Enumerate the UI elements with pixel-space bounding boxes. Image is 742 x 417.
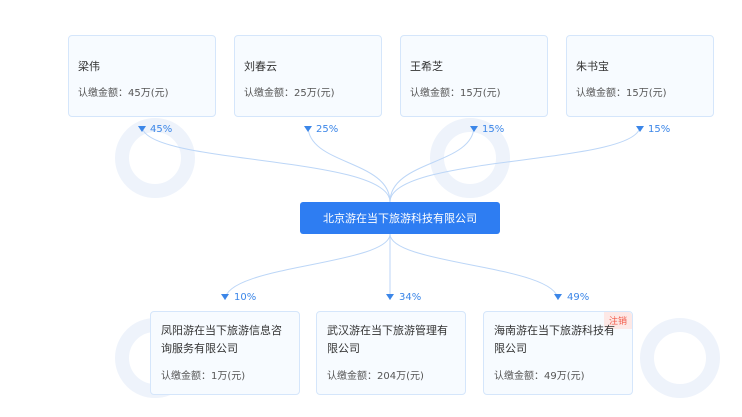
- subsidiary-percent: 49%: [567, 292, 590, 303]
- subsidiary-card[interactable]: 凤阳游在当下旅游信息咨询服务有限公司 认缴金额：1万(元): [150, 311, 300, 395]
- subsidiary-percent: 10%: [234, 292, 257, 303]
- connector-line: [389, 125, 475, 203]
- shareholder-card[interactable]: 梁伟 认缴金额：45万(元): [68, 35, 216, 117]
- shareholder-card[interactable]: 王希芝 认缴金额：15万(元): [400, 35, 548, 117]
- connector-line: [307, 125, 391, 203]
- shareholder-name: 朱书宝: [576, 60, 609, 73]
- down-arrow-icon: [554, 294, 562, 300]
- shareholder-card[interactable]: 刘春云 认缴金额：25万(元): [234, 35, 382, 117]
- shareholder-card[interactable]: 朱书宝 认缴金额：15万(元): [566, 35, 714, 117]
- shareholder-amount: 认缴金额：45万(元): [78, 88, 169, 99]
- subsidiary-card[interactable]: 注销 海南游在当下旅游科技有限公司 认缴金额：49万(元): [483, 311, 633, 395]
- connector-line: [224, 233, 391, 301]
- connector-line: [389, 233, 559, 301]
- subsidiary-percent: 34%: [399, 292, 422, 303]
- down-arrow-icon: [304, 126, 312, 132]
- connector-line: [389, 125, 641, 203]
- subsidiary-name: 海南游在当下旅游科技有限公司: [494, 324, 615, 355]
- subsidiary-amount: 认缴金额：204万(元): [327, 371, 424, 382]
- shareholder-name: 刘春云: [244, 60, 277, 73]
- down-arrow-icon: [636, 126, 644, 132]
- company-node[interactable]: 北京游在当下旅游科技有限公司: [300, 202, 500, 234]
- down-arrow-icon: [470, 126, 478, 132]
- shareholder-name: 王希芝: [410, 60, 443, 73]
- shareholder-percent: 45%: [150, 124, 173, 135]
- subsidiary-amount: 认缴金额：1万(元): [161, 371, 246, 382]
- down-arrow-icon: [221, 294, 229, 300]
- down-arrow-icon: [386, 294, 394, 300]
- shareholder-amount: 认缴金额：15万(元): [410, 88, 501, 99]
- shareholder-percent: 15%: [648, 124, 671, 135]
- subsidiary-card[interactable]: 武汉游在当下旅游管理有限公司 认缴金额：204万(元): [316, 311, 466, 395]
- shareholder-percent: 25%: [316, 124, 339, 135]
- company-name: 北京游在当下旅游科技有限公司: [323, 212, 477, 225]
- shareholder-amount: 认缴金额：25万(元): [244, 88, 335, 99]
- shareholder-name: 梁伟: [78, 60, 100, 73]
- down-arrow-icon: [138, 126, 146, 132]
- shareholder-amount: 认缴金额：15万(元): [576, 88, 667, 99]
- subsidiary-amount: 认缴金额：49万(元): [494, 371, 585, 382]
- shareholder-percent: 15%: [482, 124, 505, 135]
- subsidiary-name: 武汉游在当下旅游管理有限公司: [327, 324, 448, 355]
- connector-line: [141, 125, 391, 203]
- subsidiary-name: 凤阳游在当下旅游信息咨询服务有限公司: [161, 324, 282, 355]
